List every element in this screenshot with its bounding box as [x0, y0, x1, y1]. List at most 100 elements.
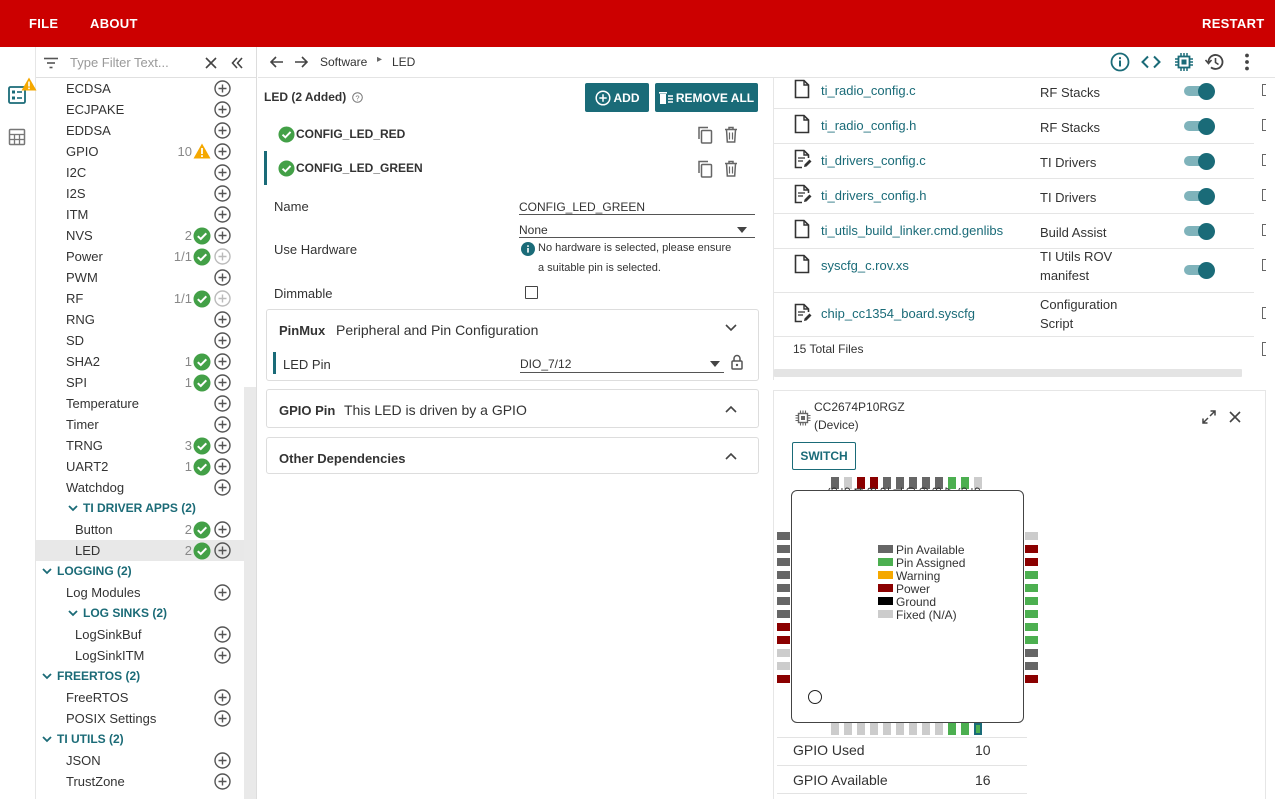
- filter-icon[interactable]: [44, 57, 58, 69]
- tree-item[interactable]: LogSinkITM: [36, 645, 244, 666]
- add-instance-icon[interactable]: [214, 332, 231, 349]
- close-device-icon[interactable]: [1229, 411, 1241, 423]
- pin-12[interactable]: [974, 723, 982, 735]
- group-chevron-down-icon[interactable]: [67, 502, 79, 514]
- pinmux-collapse-icon[interactable]: [725, 324, 737, 332]
- file-name-link[interactable]: ti_radio_config.c: [821, 83, 916, 98]
- tree-item[interactable]: Timer: [36, 414, 244, 435]
- tree-item[interactable]: Power 1/1: [36, 246, 244, 267]
- pin-14[interactable]: [1025, 662, 1038, 670]
- led-pin-dropdown-icon[interactable]: [710, 361, 720, 367]
- add-instance-icon[interactable]: [214, 689, 231, 706]
- tree-item[interactable]: JSON: [36, 750, 244, 771]
- pin-47[interactable]: [777, 662, 790, 670]
- board-view-icon[interactable]: [8, 128, 26, 146]
- tree-item[interactable]: SHA2 1: [36, 351, 244, 372]
- add-instance-icon[interactable]: [214, 248, 231, 265]
- collapse-panel-icon[interactable]: [231, 57, 243, 69]
- pin-3[interactable]: [857, 723, 865, 735]
- add-instance-icon[interactable]: [214, 584, 231, 601]
- add-instance-icon[interactable]: [214, 164, 231, 181]
- pin-10[interactable]: [948, 723, 956, 735]
- add-instance-icon[interactable]: [214, 458, 231, 475]
- pin-9[interactable]: [935, 723, 943, 735]
- add-instance-icon[interactable]: [214, 206, 231, 223]
- hardware-dropdown-icon[interactable]: [737, 227, 747, 233]
- delete-icon[interactable]: [724, 160, 738, 177]
- add-instance-icon[interactable]: [214, 122, 231, 139]
- name-input[interactable]: CONFIG_LED_GREEN: [519, 200, 645, 214]
- file-name-link[interactable]: ti_drivers_config.c: [821, 153, 926, 168]
- pin-2[interactable]: [844, 723, 852, 735]
- add-instance-icon[interactable]: [214, 185, 231, 202]
- group-chevron-down-icon[interactable]: [41, 670, 53, 682]
- pin-21[interactable]: [1025, 571, 1038, 579]
- tree-item[interactable]: Watchdog: [36, 477, 244, 498]
- pin-6[interactable]: [896, 723, 904, 735]
- pin-8[interactable]: [922, 723, 930, 735]
- tree-item[interactable]: I2S: [36, 183, 244, 204]
- pin-15[interactable]: [1025, 649, 1038, 657]
- restart-button[interactable]: RESTART: [1202, 16, 1265, 31]
- tree-item[interactable]: GPIO 10: [36, 141, 244, 162]
- delete-icon[interactable]: [724, 126, 738, 143]
- add-instance-icon[interactable]: [214, 521, 231, 538]
- pin-22[interactable]: [1025, 558, 1038, 566]
- pin-41[interactable]: [777, 584, 790, 592]
- pin-19[interactable]: [1025, 597, 1038, 605]
- add-instance-icon[interactable]: [214, 416, 231, 433]
- tree-item[interactable]: LED 2: [36, 540, 244, 561]
- tree-group[interactable]: LOGGING (2): [36, 561, 244, 582]
- file-toggle[interactable]: [1184, 153, 1215, 170]
- pin-42[interactable]: [777, 597, 790, 605]
- tree-item[interactable]: NVS 2: [36, 225, 244, 246]
- file-toggle[interactable]: [1184, 118, 1215, 135]
- tree-item[interactable]: LogSinkBuf: [36, 624, 244, 645]
- pin-1[interactable]: [831, 723, 839, 735]
- pin-39[interactable]: [777, 558, 790, 566]
- pin-46[interactable]: [777, 649, 790, 657]
- file-name-link[interactable]: syscfg_c.rov.xs: [821, 258, 909, 273]
- file-toggle[interactable]: [1184, 188, 1215, 205]
- add-instance-icon[interactable]: [214, 227, 231, 244]
- pin-7[interactable]: [909, 723, 917, 735]
- module-help-icon[interactable]: ?: [352, 92, 363, 103]
- tree-item[interactable]: SPI 1: [36, 372, 244, 393]
- pin-11[interactable]: [961, 723, 969, 735]
- about-menu[interactable]: ABOUT: [90, 16, 138, 31]
- tree-item[interactable]: POSIX Settings: [36, 708, 244, 729]
- pin-44[interactable]: [777, 623, 790, 631]
- right-scrollbar[interactable]: [1266, 78, 1275, 799]
- add-instance-icon[interactable]: [214, 374, 231, 391]
- chip-view-icon[interactable]: [1174, 52, 1194, 72]
- pin-5[interactable]: [883, 723, 891, 735]
- tree-group[interactable]: FREERTOS (2): [36, 666, 244, 687]
- pin-43[interactable]: [777, 610, 790, 618]
- file-name-link[interactable]: ti_radio_config.h: [821, 118, 916, 133]
- lock-icon[interactable]: [731, 354, 743, 370]
- tree-group[interactable]: TI UTILS (2): [36, 729, 244, 750]
- gpio-pin-card[interactable]: GPIO Pin This LED is driven by a GPIO: [266, 389, 759, 428]
- copy-icon[interactable]: [697, 126, 713, 144]
- pin-38[interactable]: [777, 545, 790, 553]
- group-chevron-down-icon[interactable]: [41, 733, 53, 745]
- pin-16[interactable]: [1025, 636, 1038, 644]
- instance-item[interactable]: CONFIG_LED_GREEN: [258, 151, 766, 185]
- add-instance-icon[interactable]: [214, 80, 231, 97]
- add-instance-icon[interactable]: [214, 290, 231, 307]
- instance-item[interactable]: CONFIG_LED_RED: [258, 117, 766, 151]
- breadcrumb-software[interactable]: Software: [320, 55, 367, 69]
- add-button[interactable]: ADD: [585, 83, 649, 112]
- add-instance-icon[interactable]: [214, 773, 231, 790]
- more-menu-icon[interactable]: [1239, 52, 1255, 72]
- add-instance-icon[interactable]: [214, 647, 231, 664]
- tree-item[interactable]: I2C: [36, 162, 244, 183]
- file-toggle[interactable]: [1184, 83, 1215, 100]
- tree-item[interactable]: PWM: [36, 267, 244, 288]
- other-dependencies-card[interactable]: Other Dependencies: [266, 437, 759, 474]
- back-arrow-icon[interactable]: [270, 56, 284, 68]
- side-scrollbar[interactable]: [244, 387, 256, 799]
- code-view-icon[interactable]: [1141, 52, 1161, 72]
- forward-arrow-icon[interactable]: [294, 56, 308, 68]
- add-instance-icon[interactable]: [214, 437, 231, 454]
